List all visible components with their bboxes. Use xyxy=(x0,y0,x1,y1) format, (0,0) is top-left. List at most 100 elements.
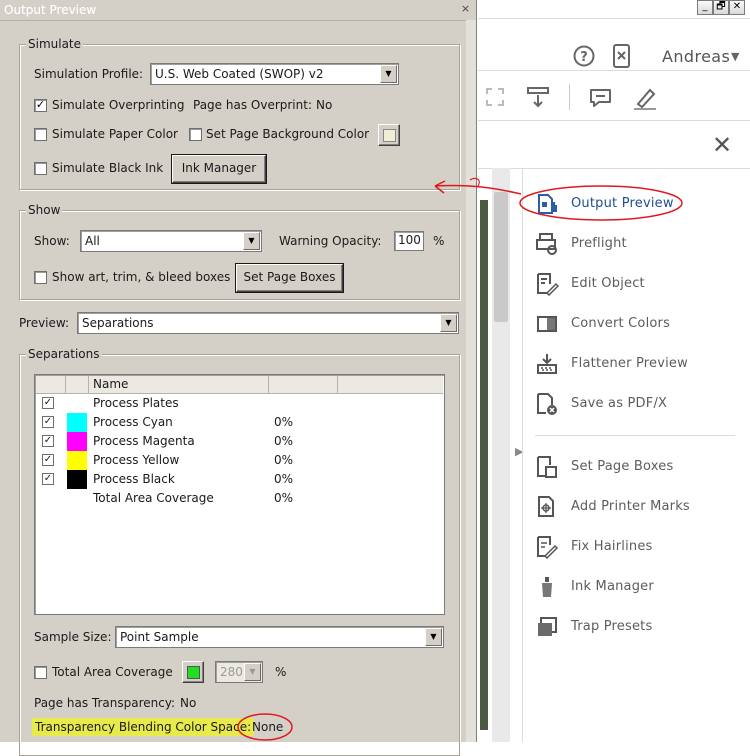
toolbar-divider xyxy=(478,70,750,71)
tool-label: Add Printer Marks xyxy=(571,499,690,514)
comment-icon[interactable] xyxy=(588,86,614,110)
separation-row[interactable]: ✓ Process Black 0% xyxy=(36,470,443,489)
set-bg-color-checkbox[interactable] xyxy=(189,128,202,141)
separation-row[interactable]: ✓ Process Plates xyxy=(36,394,443,413)
chevron-down-icon[interactable]: ▼ xyxy=(731,50,739,63)
sample-size-select[interactable]: Point Sample ▼ xyxy=(115,626,444,648)
tool-convert-colors[interactable]: Convert Colors xyxy=(535,311,745,337)
header-check-col xyxy=(36,376,66,393)
minimize-button[interactable]: _ xyxy=(697,0,713,15)
tool-save-pdfx[interactable]: Save as PDF/X xyxy=(535,391,745,417)
separation-percent: 0% xyxy=(274,491,294,505)
separation-name: Process Black xyxy=(93,472,175,486)
separation-checkbox[interactable]: ✓ xyxy=(42,416,54,428)
blending-color-space-label: Transparency Blending Color Space: xyxy=(32,718,255,736)
tool-flattener-preview[interactable]: Flattener Preview xyxy=(535,351,745,377)
tool-trap-presets[interactable]: Trap Presets xyxy=(535,614,745,640)
simulation-profile-select[interactable]: U.S. Web Coated (SWOP) v2 ▼ xyxy=(150,63,399,85)
collapse-arrow-icon[interactable]: ▶ xyxy=(515,445,523,459)
separation-name: Process Plates xyxy=(93,396,179,410)
tool-edit-object[interactable]: Edit Object xyxy=(535,271,745,297)
separation-checkbox[interactable]: ✓ xyxy=(42,473,54,485)
tac-color-swatch xyxy=(187,666,200,679)
show-select[interactable]: All ▼ xyxy=(80,230,262,252)
separation-percent: 0% xyxy=(274,453,294,467)
mobile-link-icon[interactable] xyxy=(612,43,632,69)
ink-manager-button[interactable]: Ink Manager xyxy=(172,155,266,183)
separation-checkbox[interactable]: ✓ xyxy=(42,454,54,466)
fit-page-icon[interactable] xyxy=(484,86,506,108)
bg-color-swatch xyxy=(383,129,396,142)
simulation-profile-value: U.S. Web Coated (SWOP) v2 xyxy=(155,67,324,81)
header-name[interactable]: Name xyxy=(89,376,269,393)
tool-set-page-boxes[interactable]: Set Page Boxes xyxy=(535,454,745,480)
separations-header: Name xyxy=(36,376,443,394)
separation-percent: 0% xyxy=(274,434,294,448)
doc-scrollbar-thumb[interactable] xyxy=(494,192,508,322)
sample-size-value: Point Sample xyxy=(120,630,199,644)
dropdown-arrow-icon[interactable]: ▼ xyxy=(243,232,260,250)
simulate-overprinting-checkbox[interactable]: ✓ xyxy=(34,99,47,112)
tac-color-button[interactable] xyxy=(182,661,204,683)
warning-opacity-label: Warning Opacity: xyxy=(279,234,382,248)
set-bg-color-label: Set Page Background Color xyxy=(206,127,370,141)
window-close-button[interactable]: ✕ xyxy=(729,0,745,15)
show-boxes-checkbox[interactable] xyxy=(34,271,47,284)
preflight-icon xyxy=(536,233,557,255)
tool-label: Set Page Boxes xyxy=(571,459,674,474)
dropdown-arrow-icon[interactable]: ▼ xyxy=(380,65,397,83)
dialog-scrollbar[interactable] xyxy=(466,20,476,742)
simulate-group-label: Simulate xyxy=(26,37,84,51)
tool-add-printer-marks[interactable]: Add Printer Marks xyxy=(535,494,745,520)
close-panel-icon[interactable]: ✕ xyxy=(712,133,732,157)
separation-row[interactable]: ✓ Process Magenta 0% xyxy=(36,432,443,451)
ink-manager-icon xyxy=(542,577,552,597)
simulate-black-ink-checkbox[interactable] xyxy=(34,162,47,175)
bg-color-swatch-button[interactable] xyxy=(378,124,400,146)
separations-list[interactable]: Name ✓ Process Plates ✓ Process Cyan 0% … xyxy=(34,374,445,615)
warning-opacity-input[interactable]: 100 xyxy=(394,231,424,251)
fix-hairlines-icon xyxy=(537,536,559,559)
output-preview-icon xyxy=(538,194,557,214)
dialog-titlebar[interactable]: Output Preview × xyxy=(0,0,476,21)
simulate-black-ink-label: Simulate Black Ink xyxy=(52,161,164,175)
tool-label: Fix Hairlines xyxy=(571,539,653,554)
panel-edge xyxy=(522,168,523,742)
blending-color-space-value: None xyxy=(252,720,284,734)
separation-row[interactable]: ✓ Process Cyan 0% xyxy=(36,413,443,432)
tac-unit: % xyxy=(275,665,287,679)
restore-button[interactable]: 🗗 xyxy=(713,0,729,15)
help-icon[interactable]: ? xyxy=(572,44,596,68)
dropdown-arrow-icon[interactable]: ▼ xyxy=(425,628,442,646)
separation-swatch xyxy=(67,394,87,413)
tool-fix-hairlines[interactable]: Fix Hairlines xyxy=(535,534,745,560)
separation-name: Process Yellow xyxy=(93,453,180,467)
total-area-coverage-checkbox[interactable] xyxy=(34,666,47,679)
has-overprint-value: No xyxy=(316,98,333,112)
separation-row[interactable]: ✓ Process Yellow 0% xyxy=(36,451,443,470)
yellow-swatch xyxy=(67,451,87,470)
tool-preflight[interactable]: Preflight xyxy=(535,231,745,257)
has-overprint-label: Page has Overprint: xyxy=(193,98,312,112)
scroll-mode-icon[interactable] xyxy=(526,86,550,110)
tool-label: Flattener Preview xyxy=(571,356,688,371)
set-page-boxes-icon xyxy=(537,456,557,478)
tac-value-select: 280 ▼ xyxy=(215,661,263,683)
set-page-boxes-button[interactable]: Set Page Boxes xyxy=(236,264,343,292)
preview-select[interactable]: Separations ▼ xyxy=(77,312,459,334)
highlight-pen-icon[interactable] xyxy=(632,86,658,110)
separation-row[interactable]: Total Area Coverage 0% xyxy=(36,489,443,508)
simulate-paper-color-checkbox[interactable] xyxy=(34,128,47,141)
user-name[interactable]: Andreas xyxy=(662,47,730,66)
header-percent-col[interactable] xyxy=(269,376,338,393)
close-icon[interactable]: × xyxy=(460,3,471,15)
tool-ink-manager[interactable]: Ink Manager xyxy=(535,574,745,600)
dropdown-arrow-icon[interactable]: ▼ xyxy=(440,314,457,332)
separation-checkbox[interactable]: ✓ xyxy=(42,435,54,447)
tool-output-preview[interactable]: Output Preview xyxy=(535,191,745,217)
separation-checkbox[interactable]: ✓ xyxy=(42,397,54,409)
trap-presets-icon xyxy=(538,617,557,636)
tool-label: Output Preview xyxy=(571,196,674,211)
sample-size-label: Sample Size: xyxy=(34,630,112,644)
simulate-overprinting-label: Simulate Overprinting xyxy=(52,98,185,112)
